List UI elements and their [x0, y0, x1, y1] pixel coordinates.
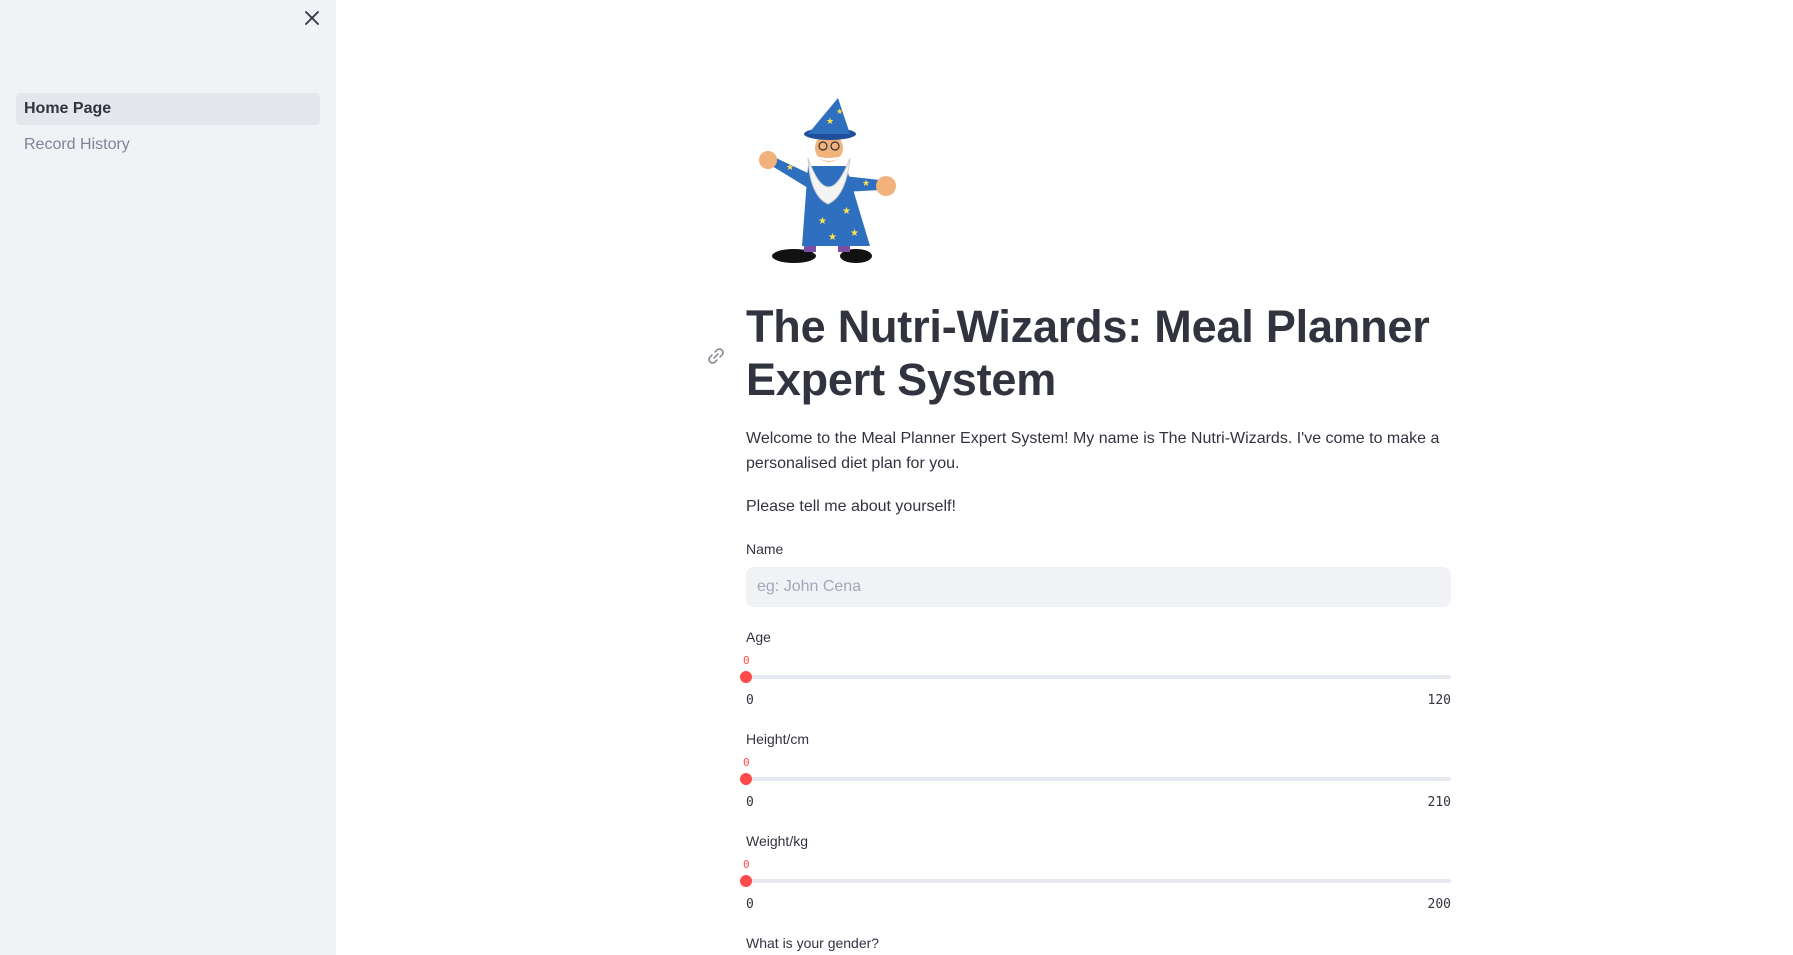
height-slider-label: Height/cm	[746, 731, 810, 747]
weight-slider[interactable]: 0 0 200	[740, 858, 1451, 918]
wizard-mascot-image: ★ ★ ★ ★ ★ ★ ★ ★	[759, 98, 896, 263]
close-sidebar-button[interactable]	[300, 6, 324, 30]
height-slider-track[interactable]	[746, 777, 1451, 781]
weight-slider-label: Weight/kg	[746, 833, 808, 849]
age-slider-label: Age	[746, 629, 771, 645]
close-icon	[305, 11, 319, 25]
svg-text:★: ★	[842, 206, 851, 217]
svg-text:★: ★	[836, 107, 843, 116]
sidebar-item-record-history[interactable]: Record History	[16, 129, 320, 161]
age-slider[interactable]: 0 0 120	[740, 654, 1451, 714]
age-slider-max: 120	[1427, 693, 1451, 708]
prompt-text: Please tell me about yourself!	[746, 498, 956, 515]
height-slider-thumb[interactable]	[740, 773, 752, 785]
svg-text:★: ★	[850, 228, 859, 239]
age-slider-min: 0	[746, 693, 754, 708]
name-field-label: Name	[746, 541, 784, 557]
age-slider-value: 0	[743, 654, 750, 667]
height-slider[interactable]: 0 0 210	[740, 756, 1451, 816]
page-title: The Nutri-Wizards: Meal Planner Expert S…	[746, 301, 1430, 405]
main-area: ★ ★ ★ ★ ★ ★ ★ ★ The Nutri-Wizards: Meal …	[336, 0, 1793, 955]
height-slider-value: 0	[743, 756, 750, 769]
svg-text:★: ★	[828, 232, 837, 243]
svg-text:★: ★	[786, 162, 794, 172]
age-slider-track[interactable]	[746, 675, 1451, 679]
weight-slider-thumb[interactable]	[740, 875, 752, 887]
weight-slider-value: 0	[743, 858, 750, 871]
weight-slider-track[interactable]	[746, 879, 1451, 883]
height-slider-min: 0	[746, 795, 754, 810]
name-input[interactable]	[746, 567, 1451, 607]
sidebar: Home Page Record History	[0, 0, 336, 955]
sidebar-item-home-page[interactable]: Home Page	[16, 93, 320, 125]
height-slider-max: 210	[1427, 795, 1451, 810]
sidebar-nav: Home Page Record History	[16, 93, 320, 165]
gender-question-label: What is your gender?	[746, 935, 880, 951]
svg-text:★: ★	[818, 216, 827, 227]
app-window: Home Page Record History ★ ★ ★ ★ ★ ★ ★ ★…	[0, 0, 1793, 955]
age-slider-thumb[interactable]	[740, 671, 752, 683]
weight-slider-min: 0	[746, 897, 754, 912]
link-icon[interactable]	[706, 346, 726, 366]
intro-text: Welcome to the Meal Planner Expert Syste…	[746, 430, 1440, 472]
svg-text:★: ★	[826, 116, 834, 126]
svg-text:★: ★	[862, 178, 870, 188]
weight-slider-max: 200	[1427, 897, 1451, 912]
